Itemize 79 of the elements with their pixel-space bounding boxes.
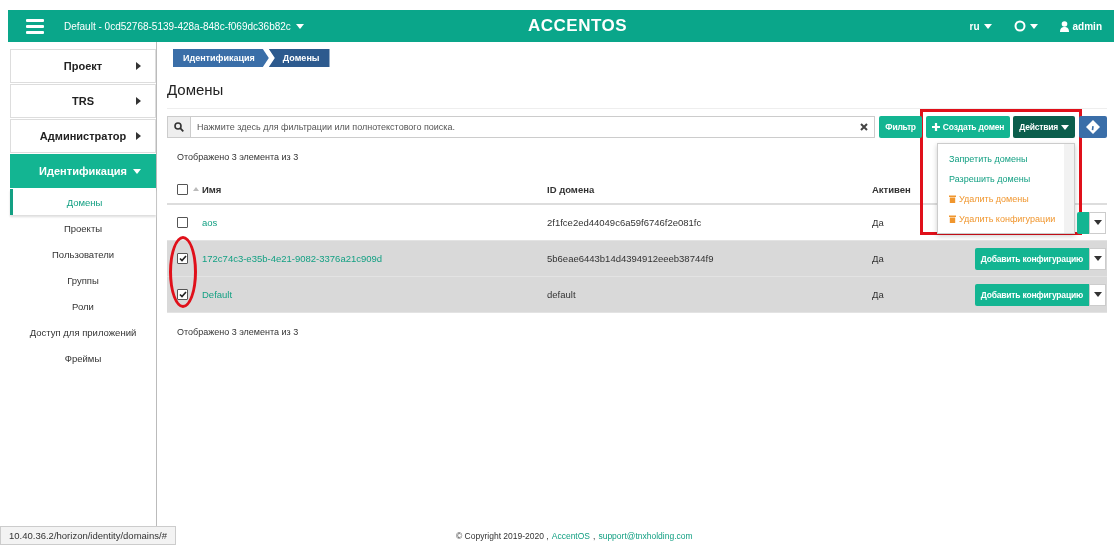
sidebar-item[interactable]: Доступ для приложений (10, 319, 156, 345)
table-cell: default (547, 289, 576, 300)
table-cell: 5b6eae6443b14d4394912eeeb38744f9 (547, 253, 714, 264)
breadcrumb-item[interactable]: Домены (268, 49, 330, 67)
info-icon (1086, 120, 1100, 134)
page-title: Домены (167, 81, 1107, 109)
column-header: Имя (202, 183, 222, 195)
domain-name-link[interactable]: aos (202, 217, 218, 228)
clear-icon[interactable] (860, 123, 869, 131)
caret-icon (136, 97, 141, 105)
separator-text: , (593, 531, 596, 541)
highlight-ellipse (169, 236, 197, 308)
email-link[interactable]: support@tnxholding.com (598, 531, 693, 541)
add-config-button[interactable]: Добавить конфигурацию (974, 247, 1089, 270)
info-button[interactable] (1079, 116, 1107, 138)
menu-item[interactable]: Разрешить домены (938, 169, 1062, 189)
caret-icon (133, 168, 141, 174)
column-header: Активен (872, 183, 911, 195)
sidebar-group[interactable]: TRS (10, 84, 156, 118)
check-icon (178, 255, 187, 263)
caret-icon (136, 132, 141, 140)
table-cell: Да (872, 217, 884, 228)
actions-button[interactable]: Действия (1013, 116, 1075, 138)
project-selector[interactable]: Default - 0cd52768-5139-428a-848c-f069dc36b82c (64, 20, 291, 32)
item-count: Отображено 3 элемента из 3 (177, 152, 299, 162)
caret-icon (295, 23, 304, 29)
language-selector[interactable]: ru (969, 20, 980, 32)
caret-icon (1093, 220, 1102, 225)
sidebar-item[interactable]: Группы (10, 267, 156, 293)
user-menu[interactable]: admin (1072, 20, 1102, 32)
menu-item[interactable]: Удалить домены (938, 189, 1062, 209)
table-cell: Да (872, 289, 884, 300)
menu-icon[interactable] (26, 18, 44, 34)
check-icon (178, 291, 187, 299)
trash-icon (949, 195, 956, 203)
caret-icon (983, 23, 992, 29)
sidebar-item[interactable]: Фреймы (10, 345, 156, 371)
sidebar-item[interactable]: Домены (10, 189, 156, 215)
plus-icon (931, 123, 940, 131)
breadcrumb-item[interactable]: Идентификация (173, 49, 269, 67)
status-url: 10.40.36.2/horizon/identity/domains/# (0, 526, 176, 545)
caret-icon (136, 62, 141, 70)
sidebar-group[interactable]: Проект (10, 49, 156, 83)
sidebar-item[interactable]: Проекты (10, 215, 156, 241)
table-cell: Да (872, 253, 884, 264)
column-header: ID домена (547, 183, 595, 195)
select-all-checkbox[interactable] (177, 183, 188, 195)
caret-icon (1029, 23, 1038, 29)
settings-icon[interactable] (1013, 20, 1026, 32)
search-icon (174, 122, 184, 132)
domain-name-link[interactable]: 172c74c3-e35b-4e21-9082-3376a21c909d (202, 253, 383, 264)
filter-button[interactable]: Фильтр (879, 116, 922, 138)
caret-icon (1093, 292, 1102, 297)
row-menu-toggle[interactable] (1089, 211, 1106, 234)
row-menu-toggle[interactable] (1089, 247, 1106, 270)
row-menu-toggle[interactable] (1089, 283, 1106, 306)
brand-link[interactable]: AccentOS (551, 531, 591, 541)
domain-name-link[interactable]: Default (202, 289, 233, 300)
sidebar-item[interactable]: Пользователи (10, 241, 156, 267)
add-config-button[interactable]: Добавить конфигурацию (974, 283, 1089, 306)
menu-item[interactable]: Удалить конфигурации (938, 209, 1062, 229)
sidebar-item[interactable]: Роли (10, 293, 156, 319)
logo: ACCENTOS (528, 16, 628, 36)
create-domain-button[interactable]: Создать домен (925, 116, 1011, 138)
trash-icon (949, 215, 956, 223)
row-checkbox[interactable] (177, 217, 188, 229)
scrollbar[interactable] (1064, 144, 1074, 233)
menu-item[interactable]: Запретить домены (938, 149, 1062, 169)
row-checkbox[interactable] (177, 253, 188, 265)
sidebar-group[interactable]: Администратор (10, 119, 156, 153)
copyright-text: © Copyright 2019-2020 , (456, 531, 549, 541)
search-field[interactable]: Нажмите здесь для фильтрации или полнотекстового поиска. (191, 116, 876, 138)
row-checkbox[interactable] (177, 289, 188, 301)
caret-icon (1093, 256, 1102, 261)
caret-icon (1061, 124, 1069, 130)
item-count: Отображено 3 элемента из 3 (177, 327, 299, 337)
table-cell: 2f1fce2ed44049c6a59f6746f2e081fc (547, 217, 702, 228)
user-icon (1059, 20, 1069, 32)
sidebar-group[interactable]: Идентификация (10, 154, 156, 188)
